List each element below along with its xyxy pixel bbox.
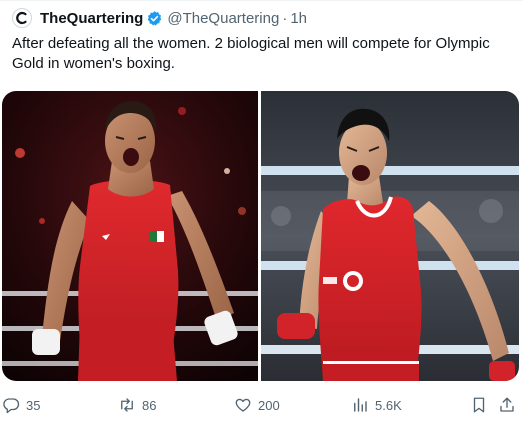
views-button[interactable]: 5.6K <box>351 392 402 418</box>
action-bar: 35 86 200 5.6K <box>0 392 523 418</box>
views-count: 5.6K <box>375 397 402 413</box>
bookmark-icon <box>473 397 485 413</box>
avatar-logo-icon <box>16 11 27 25</box>
views-icon <box>354 398 367 412</box>
photo-left-image <box>2 91 258 381</box>
repost-button[interactable]: 86 <box>118 392 156 418</box>
tweet-header: TheQuartering @TheQuartering · 1h <box>12 6 307 30</box>
display-name[interactable]: TheQuartering <box>40 10 143 27</box>
share-button[interactable] <box>498 392 516 418</box>
repost-icon <box>121 398 133 412</box>
photo-right[interactable] <box>261 91 519 381</box>
reply-icon <box>3 398 20 414</box>
verified-badge-icon <box>146 10 163 27</box>
like-button[interactable]: 200 <box>234 392 280 418</box>
tweet-card[interactable]: TheQuartering @TheQuartering · 1h After … <box>0 0 523 426</box>
like-icon <box>235 398 251 412</box>
timestamp[interactable]: 1h <box>290 10 307 27</box>
photo-right-image <box>261 91 519 381</box>
handle[interactable]: @TheQuartering <box>167 10 279 27</box>
bookmark-button[interactable] <box>470 392 488 418</box>
photo-left[interactable] <box>2 91 258 381</box>
like-count: 200 <box>258 397 280 413</box>
reply-button[interactable]: 35 <box>2 392 40 418</box>
separator-dot: · <box>282 9 288 27</box>
divider <box>0 0 523 1</box>
tweet-text: After defeating all the women. 2 biologi… <box>12 35 490 72</box>
avatar[interactable] <box>12 8 32 28</box>
repost-count: 86 <box>142 397 157 413</box>
share-icon <box>500 397 514 412</box>
reply-count: 35 <box>26 397 41 413</box>
media-grid <box>2 91 519 381</box>
